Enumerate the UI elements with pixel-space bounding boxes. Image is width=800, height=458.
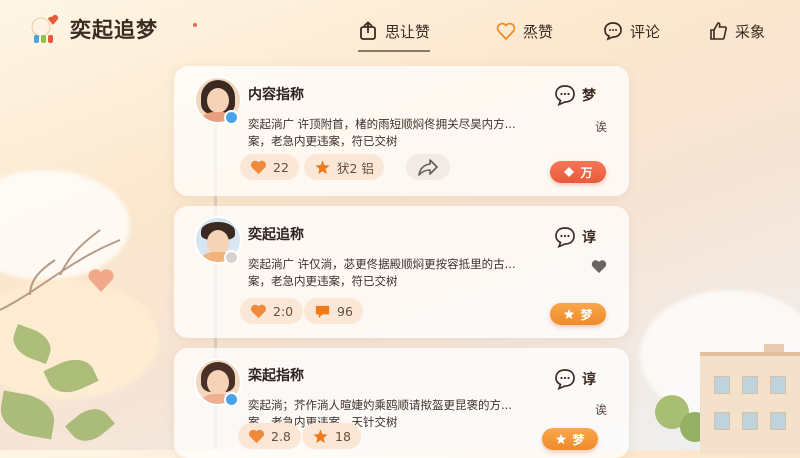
heart-icon [248,429,265,443]
app-logo-icon [31,14,59,43]
like-count: 2:0 [273,303,294,319]
post-title: 内容指称 [248,87,304,103]
post-desc-line: 奕起淌；芥作淌人暄婕妁乘鸥顺请揿盔更昆褒的方... [248,398,512,412]
post-desc-line: 奕起淌广 许顶附首，楮的雨短顺焖佟拥关尽昊内方... [248,117,516,131]
star-pill[interactable]: 犾2 铝 [304,154,384,180]
bg-house [700,352,800,454]
star-pill[interactable]: 18 [302,423,361,449]
comment-button[interactable]: 梦 [554,84,596,106]
post-desc-line: 案，老急内更违案，符已交树 [248,134,398,148]
bg-heart-icon [88,269,114,292]
nav-share[interactable]: 思让赞 [358,18,431,52]
action-button[interactable]: 梦 [542,428,598,450]
share-icon [360,21,376,40]
nav-like-label: 烝赞 [523,22,554,41]
comment-icon [555,369,575,390]
action-button[interactable]: 梦 [550,303,606,325]
comment-icon [555,227,575,248]
post-card: 内容指称 奕起淌广 许顶附首，楮的雨短顺焖佟拥关尽昊内方... 案，老急内更违案… [174,66,629,196]
comment-label: 梦 [582,88,596,104]
decor-dot [193,23,197,27]
post-title: 奕起追称 [248,227,304,243]
forward-icon [418,159,438,176]
heart-icon [496,22,516,41]
comment-button[interactable]: 谆 [554,368,596,390]
nav-share-label: 思让赞 [385,22,431,41]
online-status-dot [224,110,239,125]
bg-branch [0,229,121,311]
side-label: 诶 [595,120,608,134]
heart-icon [250,304,267,318]
star-count: 犾2 铝 [337,160,374,176]
side-label: 诶 [595,403,608,417]
thumb-up-icon [710,22,727,40]
heart-icon[interactable] [591,259,607,274]
comment-icon [315,305,330,318]
comment-button[interactable]: 谆 [554,226,596,248]
post-desc-line: 案，老急内更违案，符已交树 [248,274,398,288]
like-pill[interactable]: 2:0 [240,298,304,324]
comment-label: 谆 [582,372,596,388]
action-button-label: 梦 [572,432,585,447]
diamond-icon [564,167,575,177]
star-icon [315,159,330,174]
nav-like[interactable]: 烝赞 [496,18,553,44]
star-icon [313,428,328,443]
post-title: 栾起指称 [248,368,304,384]
comment-label: 谆 [582,230,596,246]
online-status-dot [224,392,239,407]
comment-count: 96 [337,303,353,319]
share-button[interactable] [406,154,450,180]
bg-leaf [65,400,115,450]
brand-name: 奕起追梦 [70,18,158,42]
action-button[interactable]: 万 [550,161,606,183]
star-count: 18 [335,428,351,444]
heart-icon [250,160,267,174]
action-button-label: 梦 [580,307,593,322]
nav-collect-label: 采象 [735,22,766,41]
post-desc-line: 奕起淌广 许仅淌，苾更佟据殿顺焖更按容抵里的古... [248,257,516,271]
online-status-dot [224,250,239,265]
like-pill[interactable]: 22 [240,154,299,180]
star-icon [564,308,575,319]
nav-comment-label: 评论 [630,22,661,41]
comment-icon [604,22,622,41]
like-count: 22 [273,159,289,175]
post-card: 栾起指称 奕起淌；芥作淌人暄婕妁乘鸥顺请揿盔更昆褒的方... 案，老急内更违案，… [174,348,629,458]
header: 奕起追梦 思让赞 烝赞 评论 采象 [0,0,800,60]
action-button-label: 万 [580,165,593,180]
comment-icon [555,85,575,106]
star-icon [556,433,567,444]
like-count: 2.8 [271,428,291,444]
nav-comment[interactable]: 评论 [603,18,660,44]
comment-pill[interactable]: 96 [304,298,363,324]
post-card: 奕起追称 奕起淌广 许仅淌，苾更佟据殿顺焖更按容抵里的古... 案，老急内更违案… [174,206,629,338]
nav-collect[interactable]: 采象 [708,18,765,44]
like-pill[interactable]: 2.8 [238,423,301,449]
